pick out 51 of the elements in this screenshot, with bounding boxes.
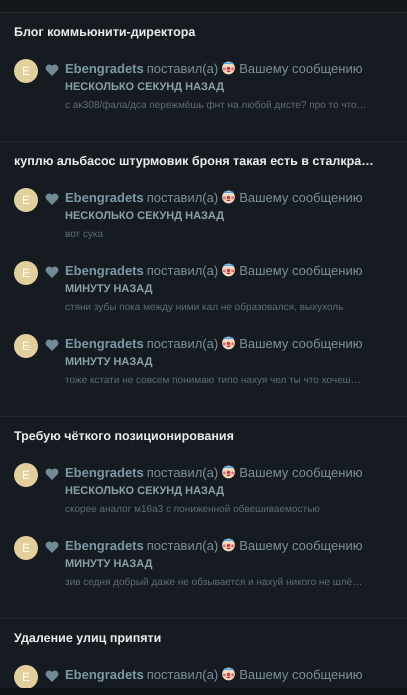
clown-face-icon — [221, 262, 236, 276]
username-link[interactable]: Ebengradets — [65, 190, 144, 205]
action-text: поставил(а) — [146, 190, 218, 205]
timestamp: МИНУТУ НАЗАД — [65, 557, 154, 572]
username-link[interactable]: Ebengradets — [65, 667, 144, 682]
message-snippet[interactable]: тоже кстати не совсем понимаю типо нахуя чел ты что хочеш… — [65, 373, 362, 389]
target-text[interactable]: Вашему сообщению — [239, 465, 362, 480]
target-text[interactable]: Вашему сообщению — [239, 263, 362, 278]
target-text[interactable]: Вашему сообщению — [239, 190, 362, 205]
clown-face-icon — [221, 334, 236, 350]
timestamp: НЕСКОЛЬКО СЕКУНД НАЗАД — [65, 209, 226, 224]
action-text: поставил(а) — [146, 336, 218, 351]
action-text: поставил(а) — [146, 465, 218, 480]
username-link[interactable]: Ebengradets — [65, 263, 144, 278]
message-snippet[interactable]: зив седня добрый даже не обзывается и нахуй никого не шлё… — [65, 575, 362, 591]
clown-face-icon — [221, 188, 236, 204]
target-text[interactable]: Вашему сообщению — [239, 336, 362, 351]
message-snippet[interactable]: с ак308/фала/дса пережмёшь фнт на любой дисте? про то что… — [65, 98, 367, 114]
heart-icon — [45, 541, 59, 553]
target-text[interactable]: Вашему сообщению — [239, 61, 362, 76]
heart-icon — [45, 193, 59, 205]
thread-title[interactable]: Удаление улиц припяти — [14, 629, 393, 647]
action-text: поставил(а) — [146, 538, 218, 553]
thread-title[interactable]: Требую чёткого позиционирования — [14, 427, 393, 445]
message-snippet[interactable]: вот сука — [65, 227, 362, 243]
timestamp: МИНУТУ НАЗАД — [65, 355, 154, 370]
action-text: поставил(а) — [146, 61, 218, 76]
clown-face-icon — [221, 60, 236, 74]
username-link[interactable]: Ebengradets — [65, 465, 144, 480]
clown-face-icon — [221, 464, 236, 478]
timestamp: НЕСКОЛЬКО СЕКУНД НАЗАД — [65, 484, 226, 499]
message-snippet[interactable]: стяни зубы пока между ними кал не образовался, выхухоль — [65, 300, 362, 316]
heart-icon — [45, 266, 59, 278]
action-text: поставил(а) — [146, 667, 218, 682]
username-link[interactable]: Ebengradets — [65, 336, 144, 351]
heart-icon — [45, 670, 59, 682]
clown-face-icon — [221, 666, 236, 680]
timestamp: МИНУТУ НАЗАД — [65, 282, 154, 297]
target-text[interactable]: Вашему сообщению — [239, 667, 362, 682]
message-snippet[interactable]: скорее аналог м16а3 с пониженной обвешиваемостью — [65, 502, 362, 518]
heart-icon — [45, 64, 59, 76]
action-text: поставил(а) — [146, 263, 218, 278]
heart-icon — [45, 339, 59, 351]
thread-title[interactable]: Блог коммьюнити-директора — [14, 23, 393, 41]
username-link[interactable]: Ebengradets — [65, 538, 144, 553]
target-text[interactable]: Вашему сообщению — [239, 538, 362, 553]
clown-face-icon — [221, 536, 236, 552]
timestamp: НЕСКОЛЬКО СЕКУНД НАЗАД — [65, 80, 226, 95]
username-link[interactable]: Ebengradets — [65, 61, 144, 76]
thread-title[interactable]: куплю альбасос штурмовик броня такая есть в сталкра… — [14, 152, 393, 170]
heart-icon — [45, 468, 59, 480]
